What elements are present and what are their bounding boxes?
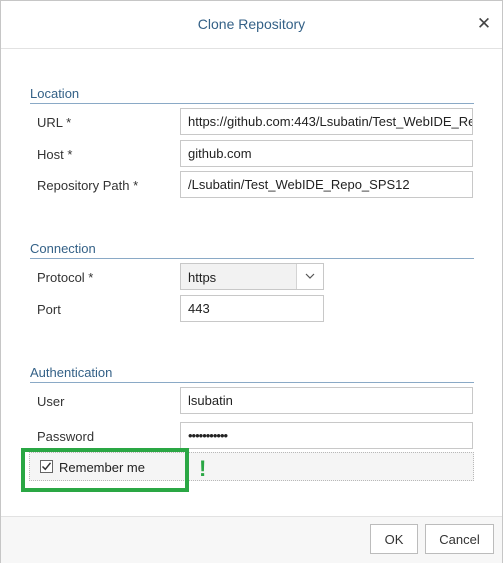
protocol-label: Protocol * — [37, 270, 94, 285]
dialog-body: Location URL * https://github.com:443/Ls… — [1, 49, 502, 516]
annotation-exclamation-mark: ! — [199, 456, 207, 481]
dialog-footer: OK Cancel — [1, 516, 502, 563]
section-divider-authentication — [30, 382, 474, 383]
clone-repository-dialog: Clone Repository ✕ Location URL * https:… — [0, 0, 503, 563]
remember-me-checkbox[interactable] — [40, 460, 53, 473]
dialog-title: Clone Repository — [197, 16, 306, 32]
repository-path-label: Repository Path * — [37, 178, 139, 193]
repository-path-input[interactable]: /Lsubatin/Test_WebIDE_Repo_SPS12 — [180, 171, 473, 198]
cancel-button[interactable]: Cancel — [425, 524, 494, 554]
section-title-connection: Connection — [30, 241, 96, 256]
host-input[interactable]: github.com — [180, 140, 473, 167]
host-label: Host * — [37, 147, 73, 162]
chevron-down-icon[interactable] — [296, 264, 323, 289]
checkmark-icon — [41, 462, 52, 471]
ok-button[interactable]: OK — [370, 524, 418, 554]
url-input[interactable]: https://github.com:443/Lsubatin/Test_Web… — [180, 108, 473, 135]
close-icon[interactable]: ✕ — [476, 15, 492, 32]
section-title-location: Location — [30, 86, 80, 101]
port-label: Port — [37, 302, 61, 317]
section-divider-location — [30, 103, 474, 104]
user-input[interactable]: lsubatin — [180, 387, 473, 414]
protocol-select[interactable]: https — [180, 263, 324, 290]
remember-me-label: Remember me — [59, 460, 145, 475]
remember-me-row[interactable]: Remember me — [29, 452, 474, 481]
section-title-authentication: Authentication — [30, 365, 113, 380]
password-label: Password — [37, 429, 95, 444]
dialog-title-bar: Clone Repository ✕ — [1, 1, 502, 49]
password-input[interactable]: ••••••••••• — [180, 422, 473, 449]
protocol-selected-value: https — [188, 270, 217, 285]
port-input[interactable]: 443 — [180, 295, 324, 322]
user-label: User — [37, 394, 65, 409]
url-label: URL * — [37, 115, 72, 130]
section-divider-connection — [30, 258, 474, 259]
